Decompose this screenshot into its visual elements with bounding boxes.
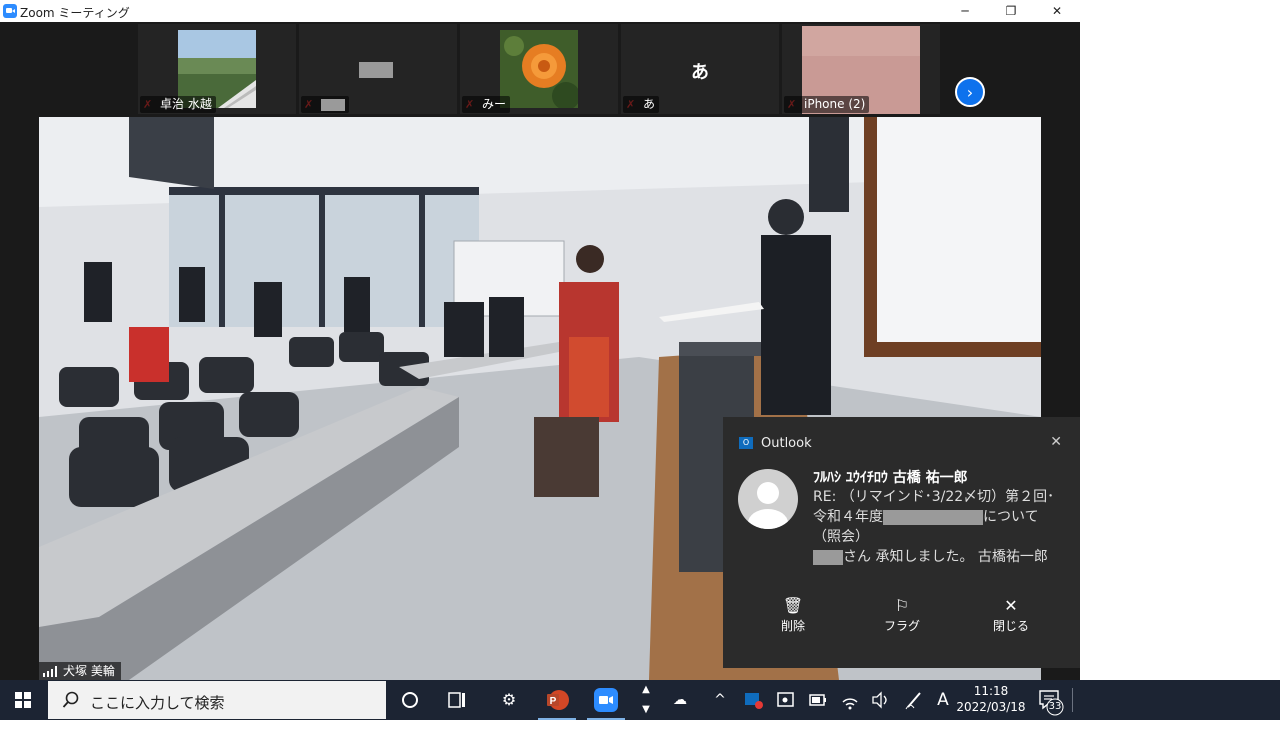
svg-text:P: P — [550, 696, 557, 707]
sender-avatar — [738, 469, 798, 529]
delete-label: 削除 — [780, 619, 805, 633]
active-speaker-name: 犬塚 美輪 — [63, 664, 115, 678]
battery-icon[interactable] — [804, 680, 832, 720]
delete-button[interactable]: 🗑 削除 — [753, 595, 833, 634]
participant-name: あ — [623, 96, 660, 113]
preview-text: さん 承知しました。 古橋祐一郎 — [843, 549, 1048, 565]
participant-strip: ✗ 卓治 水越 ✗ ✗ みー あ ✗ あ — [0, 22, 1080, 116]
notification-app-name: Outlook — [761, 436, 812, 451]
notification-subject: RE: （リマインド･3/22〆切）第２回･令和４年度 について（照会） — [813, 487, 1065, 547]
task-view-icon — [448, 692, 465, 708]
search-icon — [62, 691, 79, 708]
close-icon: ✕ — [1004, 596, 1018, 615]
pen-icon[interactable] — [900, 680, 928, 720]
cortana-icon — [402, 692, 418, 708]
title-bar: Zoom ミーティング ─ ❐ ✕ — [0, 0, 1080, 22]
cortana-button[interactable] — [387, 680, 433, 720]
participant-thumbnail — [500, 30, 578, 108]
flag-label: フラグ — [883, 619, 920, 633]
taskbar-search-box[interactable]: ここに入力して検索 — [48, 681, 386, 719]
ime-indicator[interactable]: A — [930, 680, 956, 720]
onedrive-icon[interactable]: ☁ — [666, 680, 694, 720]
window-title: Zoom ミーティング — [20, 6, 130, 20]
taskbar-clock[interactable]: 11:18 2022/03/18 — [955, 683, 1027, 715]
signal-strength-icon — [43, 666, 57, 677]
task-view-button[interactable] — [434, 680, 480, 720]
windows-logo-icon — [15, 692, 31, 708]
zoom-icon — [594, 688, 618, 712]
screenshot-tool-icon[interactable] — [772, 680, 800, 720]
clock-time: 11:18 — [973, 684, 1009, 698]
taskbar-scroll-arrows[interactable]: ▲ ▼ — [636, 680, 656, 720]
participant-name: みー — [462, 96, 511, 113]
start-button[interactable] — [0, 680, 46, 720]
trash-icon: 🗑 — [782, 596, 804, 615]
search-placeholder: ここに入力して検索 — [90, 694, 225, 712]
notification-count-badge: 33 — [1048, 701, 1062, 712]
redacted-block — [813, 549, 843, 565]
action-center-button[interactable]: 33 — [1036, 686, 1066, 716]
outlook-icon: O — [739, 437, 753, 449]
zoom-app-button[interactable] — [583, 680, 629, 720]
outlook-tray-icon[interactable] — [740, 680, 768, 720]
gear-icon: ⚙ — [501, 690, 517, 709]
minimize-button[interactable]: ─ — [942, 0, 988, 22]
redacted-block — [883, 509, 983, 525]
powerpoint-app-button[interactable]: P — [534, 680, 580, 720]
participant-tile[interactable]: ✗ みー — [460, 24, 618, 114]
notification-sender: ﾌﾙﾊｼ ﾕｳｲﾁﾛｳ 古橋 祐一郎 — [813, 470, 968, 486]
participant-tile[interactable]: あ ✗ あ — [621, 24, 779, 114]
participant-name: 卓治 水越 — [140, 96, 216, 113]
flag-button[interactable]: ⚐ フラグ — [862, 595, 942, 634]
show-hidden-icons-button[interactable]: ^ — [708, 680, 732, 720]
active-speaker-label: 犬塚 美輪 — [39, 662, 121, 680]
close-button[interactable]: ✕ — [1034, 0, 1080, 22]
dismiss-button[interactable]: ✕ 閉じる — [971, 595, 1051, 634]
notification-close-icon[interactable]: ✕ — [1050, 434, 1062, 450]
clock-date: 2022/03/18 — [956, 700, 1026, 714]
settings-app-button[interactable]: ⚙ — [486, 680, 532, 720]
participant-name — [301, 96, 349, 113]
show-desktop-divider — [1072, 688, 1073, 712]
volume-icon[interactable] — [866, 680, 894, 720]
participant-name: iPhone (2) — [784, 96, 870, 113]
participant-tile[interactable]: ✗ 卓治 水越 — [138, 24, 296, 114]
person-icon — [748, 482, 788, 529]
next-page-button[interactable]: › — [955, 77, 985, 107]
powerpoint-icon: P — [547, 690, 569, 710]
taskbar: ここに入力して検索 ⚙ P ▲ ▼ ☁ ^ A 11:18 2022/03/18… — [0, 680, 1280, 720]
maximize-button[interactable]: ❐ — [988, 0, 1034, 22]
flag-icon: ⚐ — [894, 596, 910, 615]
redacted-block — [321, 98, 345, 111]
redacted-block — [359, 62, 393, 78]
participant-tile[interactable]: ✗ — [299, 24, 457, 114]
zoom-app-icon — [3, 4, 17, 18]
notification-preview: さん 承知しました。 古橋祐一郎 — [813, 546, 1048, 566]
participant-tile[interactable]: ✗ iPhone (2) — [782, 24, 940, 114]
outlook-notification[interactable]: O Outlook ✕ ﾌﾙﾊｼ ﾕｳｲﾁﾛｳ 古橋 祐一郎 RE: （リマイン… — [723, 417, 1080, 668]
wifi-icon[interactable] — [836, 680, 864, 720]
participant-initial: あ — [691, 62, 709, 83]
dismiss-label: 閉じる — [992, 619, 1029, 633]
